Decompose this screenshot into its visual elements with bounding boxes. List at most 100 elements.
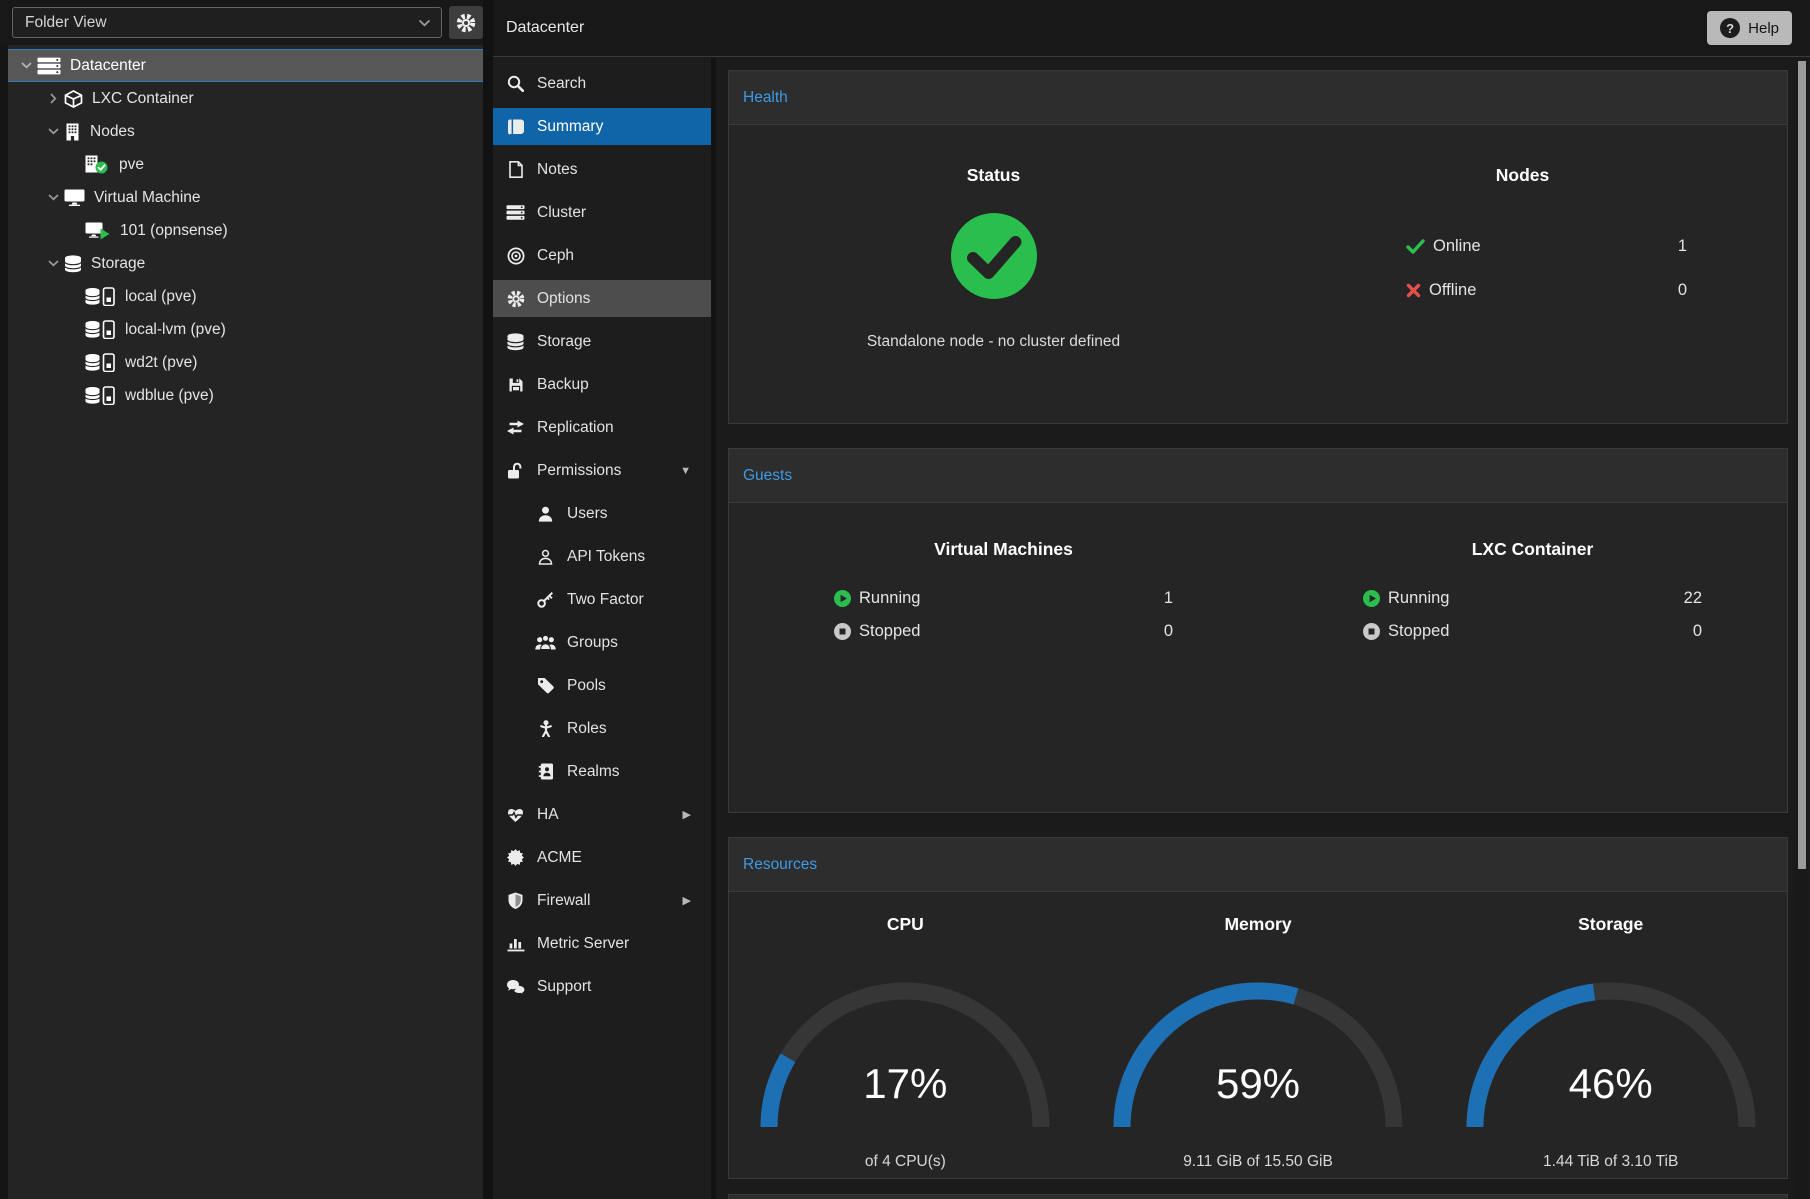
menu-item-ceph[interactable]: Ceph [493, 237, 711, 274]
vm-running-label: Running [859, 589, 920, 608]
memory-gauge: 59% [1108, 975, 1408, 1135]
menu-item-users[interactable]: Users [493, 495, 711, 532]
menu-item-label: Users [567, 505, 607, 523]
cpu-caption: of 4 CPU(s) [865, 1153, 946, 1171]
tree-item-lxc-container[interactable]: LXC Container [8, 82, 483, 115]
certificate-icon [505, 849, 526, 867]
sidebar-splitter[interactable] [483, 0, 493, 1199]
menu-item-label: Storage [537, 333, 591, 351]
building-icon [64, 123, 81, 141]
comments-icon [505, 978, 526, 996]
view-mode-value: Folder View [25, 14, 107, 32]
menu-item-groups[interactable]: Groups [493, 624, 711, 661]
database-icon [505, 333, 526, 351]
tree-item-label: 101 (opnsense) [120, 222, 228, 240]
status-ok-icon [951, 213, 1037, 299]
menu-item-permissions[interactable]: Permissions ▼ [493, 452, 711, 489]
status-column: Status Standalone node - no cluster defi… [729, 125, 1258, 423]
menu-item-realms[interactable]: Realms [493, 753, 711, 790]
lxc-running-row: Running 22 [1363, 582, 1702, 615]
menu-item-search[interactable]: Search [493, 65, 711, 102]
menu-item-ha[interactable]: HA ▶ [493, 796, 711, 833]
chevron-down-icon[interactable] [18, 62, 35, 69]
tree-item-nodes[interactable]: Nodes [8, 115, 483, 148]
tree-item-storage-local[interactable]: local (pve) [8, 280, 483, 313]
view-mode-select[interactable]: Folder View [12, 7, 442, 38]
chevron-down-icon[interactable] [45, 128, 62, 135]
tree-item-label: local (pve) [125, 288, 197, 306]
replication-arrows-icon [505, 419, 526, 437]
status-message: Standalone node - no cluster defined [867, 333, 1120, 351]
tree-item-storage-local-lvm[interactable]: local-lvm (pve) [8, 313, 483, 346]
question-circle-icon: ? [1720, 18, 1740, 38]
users-icon [535, 634, 556, 652]
storage-percent: 46% [1461, 1060, 1761, 1108]
scrollbar-thumb[interactable] [1798, 61, 1806, 869]
menu-item-metric-server[interactable]: Metric Server [493, 925, 711, 962]
cpu-gauge-column: CPU 17% of 4 CPU(s) [729, 892, 1082, 1178]
caret-down-icon[interactable]: ▼ [680, 465, 691, 477]
menu-item-label: Metric Server [537, 935, 629, 953]
resource-tree-sidebar: Folder View Datacenter [0, 0, 483, 1199]
check-icon [1406, 239, 1425, 254]
tree-item-virtual-machine[interactable]: Virtual Machine [8, 181, 483, 214]
tree-item-label: pve [119, 156, 144, 174]
vm-running-value: 1 [1164, 589, 1173, 608]
menu-item-label: Pools [567, 677, 606, 695]
menu-item-summary[interactable]: Summary [493, 108, 711, 145]
vm-stopped-row: Stopped 0 [834, 615, 1173, 648]
menu-item-label: Roles [567, 720, 607, 738]
menu-item-two-factor[interactable]: Two Factor [493, 581, 711, 618]
storage-caption: 1.44 TiB of 3.10 TiB [1543, 1153, 1678, 1171]
help-button[interactable]: ? Help [1707, 11, 1792, 45]
vertical-scrollbar[interactable] [1796, 58, 1808, 1199]
tree-item-storage-wdblue[interactable]: wdblue (pve) [8, 379, 483, 412]
memory-caption: 9.11 GiB of 15.50 GiB [1183, 1153, 1333, 1171]
floppy-icon [505, 376, 526, 394]
tree-item-datacenter[interactable]: Datacenter [8, 49, 483, 82]
nodes-online-row: Online 1 [1406, 224, 1687, 268]
node-online-icon [85, 155, 110, 174]
tree-item-storage[interactable]: Storage [8, 247, 483, 280]
menu-item-label: Summary [537, 118, 603, 136]
chevron-right-icon[interactable] [45, 93, 62, 104]
menu-item-cluster[interactable]: Cluster [493, 194, 711, 231]
tree-toolbar: Folder View [0, 0, 483, 45]
heartbeat-icon [505, 806, 526, 824]
menu-item-backup[interactable]: Backup [493, 366, 711, 403]
menu-item-replication[interactable]: Replication [493, 409, 711, 446]
menu-item-pools[interactable]: Pools [493, 667, 711, 704]
content-header: Datacenter ? Help [493, 0, 1810, 57]
menu-item-firewall[interactable]: Firewall ▶ [493, 882, 711, 919]
memory-gauge-column: Memory 59% 9.11 GiB of 15.50 GiB [1082, 892, 1435, 1178]
nodes-offline-value: 0 [1678, 281, 1687, 300]
tree-item-storage-wd2t[interactable]: wd2t (pve) [8, 346, 483, 379]
menu-item-api-tokens[interactable]: API Tokens [493, 538, 711, 575]
menu-item-options[interactable]: Options [493, 280, 711, 317]
storage-drive-icon [85, 386, 116, 405]
caret-right-icon[interactable]: ▶ [683, 894, 691, 907]
menu-item-storage[interactable]: Storage [493, 323, 711, 360]
shield-icon [505, 892, 526, 910]
menu-item-roles[interactable]: Roles [493, 710, 711, 747]
lxc-running-label: Running [1388, 589, 1449, 608]
tree-item-label: LXC Container [92, 90, 194, 108]
vm-stopped-value: 0 [1164, 622, 1173, 641]
menu-item-acme[interactable]: ACME [493, 839, 711, 876]
note-icon [505, 161, 526, 179]
gear-icon [505, 290, 526, 308]
cpu-percent: 17% [755, 1060, 1055, 1108]
menu-item-support[interactable]: Support [493, 968, 711, 1005]
nodes-title: Nodes [1496, 165, 1549, 186]
chevron-down-icon[interactable] [45, 194, 62, 201]
tree-item-vm-101[interactable]: 101 (opnsense) [8, 214, 483, 247]
tree-item-label: Nodes [90, 123, 135, 141]
bar-chart-icon [505, 935, 526, 953]
tree-item-pve[interactable]: pve [8, 148, 483, 181]
menu-item-notes[interactable]: Notes [493, 151, 711, 188]
tree-settings-button[interactable] [449, 6, 483, 39]
user-outline-icon [535, 548, 556, 566]
tree-item-label: local-lvm (pve) [125, 321, 226, 339]
caret-right-icon[interactable]: ▶ [683, 808, 691, 821]
chevron-down-icon[interactable] [45, 260, 62, 267]
